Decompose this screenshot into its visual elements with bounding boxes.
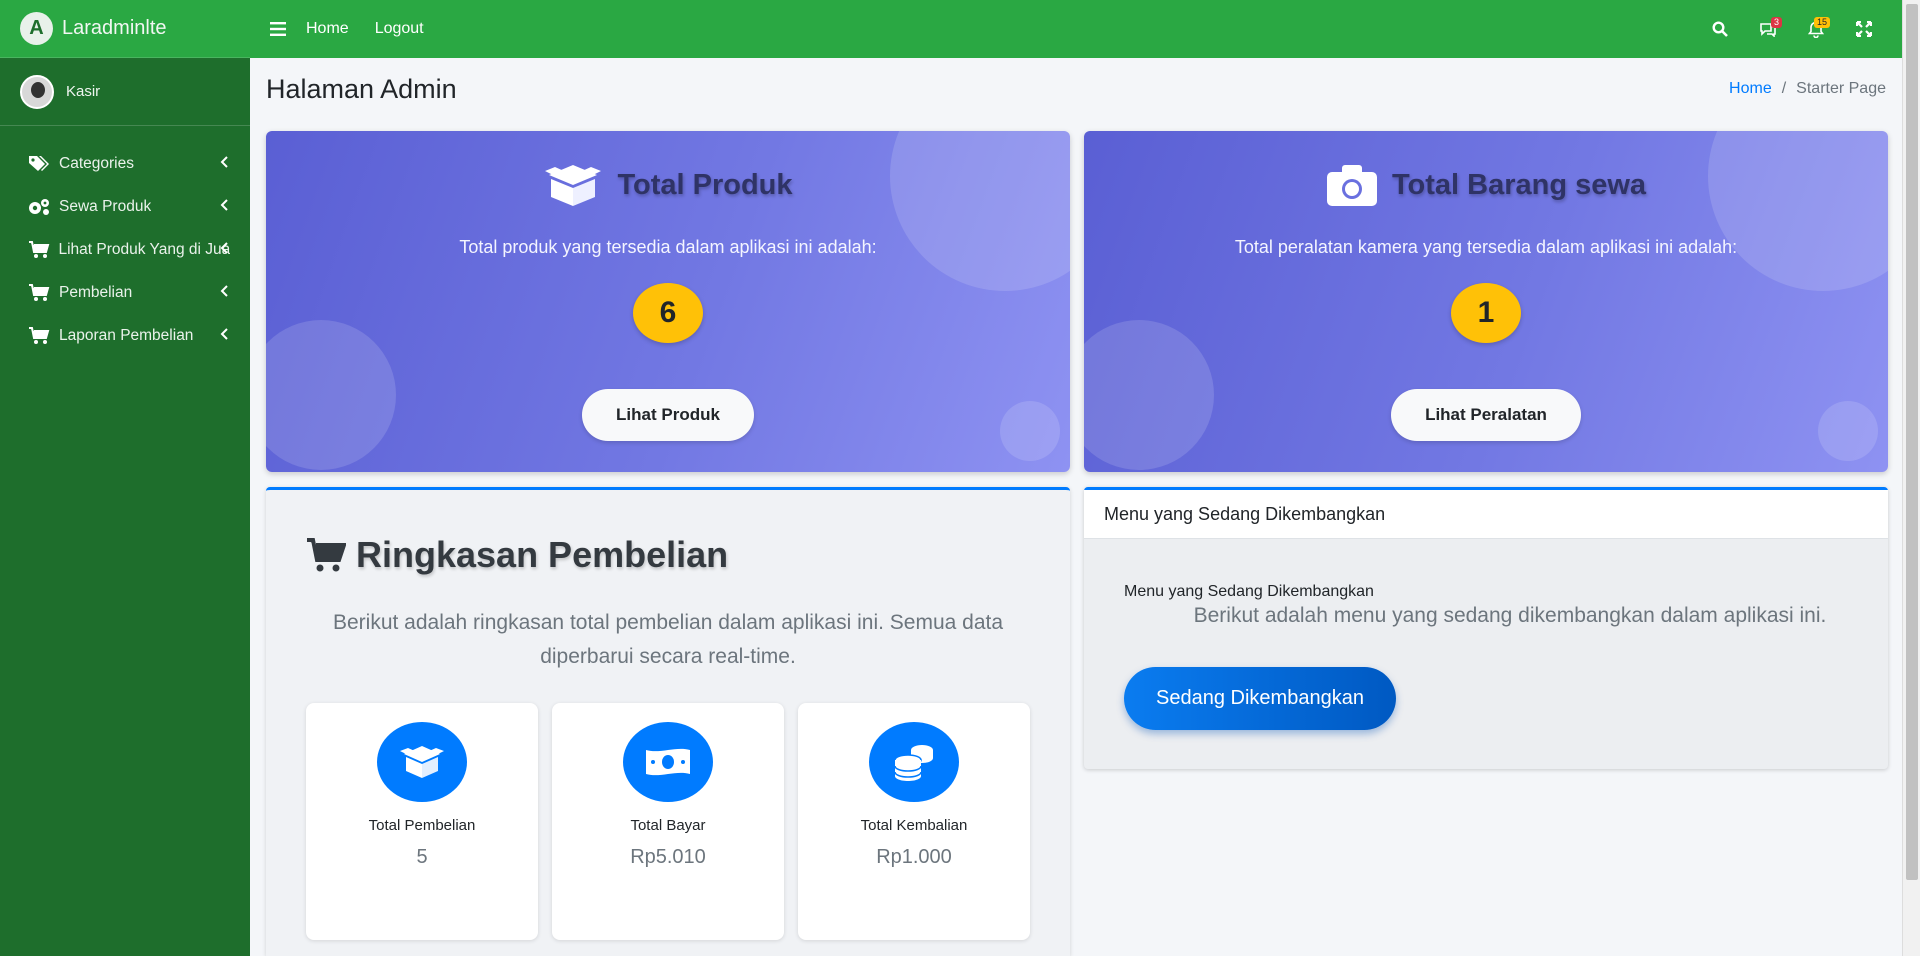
cart-icon [27,240,50,260]
sidebar-item-label: Lihat Produk Yang di Jual [58,240,230,258]
menu-toggle-button[interactable] [250,0,306,58]
tags-icon [27,154,51,174]
fullscreen-button[interactable] [1840,0,1888,58]
stat-value: 5 [416,846,428,868]
expand-icon [1856,21,1872,37]
decorative-circle [1000,401,1060,461]
decorative-circle [266,320,396,470]
total-kembalian-box: Total Kembalian Rp1.000 [798,703,1030,940]
lihat-peralatan-button[interactable]: Lihat Peralatan [1391,389,1581,441]
money-icon [623,722,713,802]
breadcrumb: Home / Starter Page [1729,80,1886,98]
decorative-circle [890,131,1070,291]
chevron-left-icon [220,285,228,297]
sidebar-item-label: Sewa Produk [59,197,152,215]
chevron-left-icon [220,328,228,340]
stat-description: Total peralatan kamera yang tersedia dal… [1234,237,1738,257]
chevron-left-icon [220,199,228,211]
sidebar-nav: Categories Sewa Produk Lihat Produk Yang… [0,126,250,357]
user-panel[interactable]: Kasir [0,58,250,126]
chevron-left-icon [220,156,228,168]
breadcrumb-separator: / [1781,80,1787,97]
total-pembelian-box: Total Pembelian 5 [306,703,538,940]
brand-name: Laradminlte [62,17,167,39]
stat-title: Total Produk [617,168,793,201]
total-bayar-box: Total Bayar Rp5.010 [552,703,784,940]
stat-value: Rp1.000 [876,846,952,868]
stat-count-badge: 6 [633,283,703,343]
ringkasan-pembelian-card: Ringkasan Pembelian Berikut adalah ringk… [266,487,1070,956]
card-description: Berikut adalah menu yang sedang dikemban… [1193,604,1827,627]
sidebar-item-laporan-pembelian[interactable]: Laporan Pembelian [0,314,250,357]
messages-button[interactable]: 3 [1744,0,1792,58]
sidebar-item-sewa-produk[interactable]: Sewa Produk [0,185,250,228]
messages-badge: 3 [1770,17,1782,28]
stat-description: Total produk yang tersedia dalam aplikas… [459,237,877,257]
breadcrumb-current: Starter Page [1796,80,1886,97]
summary-title: Ringkasan Pembelian [356,534,729,575]
shopping-cart-icon [307,538,346,572]
brand-link[interactable]: A Laradminlte [0,0,250,58]
notifications-badge: 15 [1813,17,1830,28]
notifications-button[interactable]: 15 [1792,0,1840,58]
stat-label: Total Pembelian [368,817,476,834]
sidebar: A Laradminlte Kasir Categories Sewa Prod… [0,0,250,956]
camera-icon [1326,165,1377,206]
sidebar-item-lihat-produk[interactable]: Lihat Produk Yang di Jual [0,228,250,271]
brand-logo: A [20,12,53,45]
menu-dikembangkan-card: Menu yang Sedang Dikembangkan Menu yang … [1084,487,1888,769]
decorative-circle [1708,131,1888,291]
search-icon [1712,21,1728,37]
summary-header: Ringkasan Pembelian [306,534,728,576]
total-barang-sewa-card: Total Barang sewa Total peralatan kamera… [1084,131,1888,472]
box-icon [377,722,467,802]
logout-link[interactable]: Logout [375,20,424,38]
topbar: Home Logout 3 15 [250,0,1902,58]
stat-value: Rp5.010 [630,846,706,868]
sidebar-item-pembelian[interactable]: Pembelian [0,271,250,314]
coins-icon [869,722,959,802]
cogs-icon [27,197,51,217]
card-subtitle: Menu yang Sedang Dikembangkan [1124,583,1374,600]
decorative-circle [1084,320,1214,470]
cart-icon [27,283,51,303]
stat-header: Total Barang sewa [1084,163,1888,207]
stat-label: Total Kembalian [860,817,968,834]
topbar-actions: 3 15 [1696,0,1888,58]
user-name: Kasir [66,83,101,100]
sidebar-item-label: Pembelian [59,283,133,301]
stat-label: Total Bayar [630,817,706,834]
total-produk-card: Total Produk Total produk yang tersedia … [266,131,1070,472]
sidebar-item-label: Categories [59,154,134,172]
card-header: Menu yang Sedang Dikembangkan [1084,490,1888,539]
stat-count-badge: 1 [1451,283,1521,343]
box-open-icon [545,165,602,206]
summary-description: Berikut adalah ringkasan total pembelian… [332,611,1004,668]
search-button[interactable] [1696,0,1744,58]
lihat-produk-button[interactable]: Lihat Produk [582,389,754,441]
stat-header: Total Produk [266,163,1070,207]
cart-icon [27,326,51,346]
home-link[interactable]: Home [306,20,349,38]
chevron-left-icon [220,242,228,254]
decorative-circle [1818,401,1878,461]
page-title: Halaman Admin [266,74,457,104]
avatar [20,74,54,109]
page-scrollbar[interactable] [1902,0,1920,956]
sidebar-item-label: Laporan Pembelian [59,326,194,344]
scrollbar-thumb[interactable] [1906,4,1918,880]
sidebar-item-categories[interactable]: Categories [0,142,250,185]
stat-title: Total Barang sewa [1391,168,1647,201]
sedang-dikembangkan-button[interactable]: Sedang Dikembangkan [1124,667,1396,730]
breadcrumb-home-link[interactable]: Home [1729,80,1772,97]
hamburger-icon [270,22,286,36]
